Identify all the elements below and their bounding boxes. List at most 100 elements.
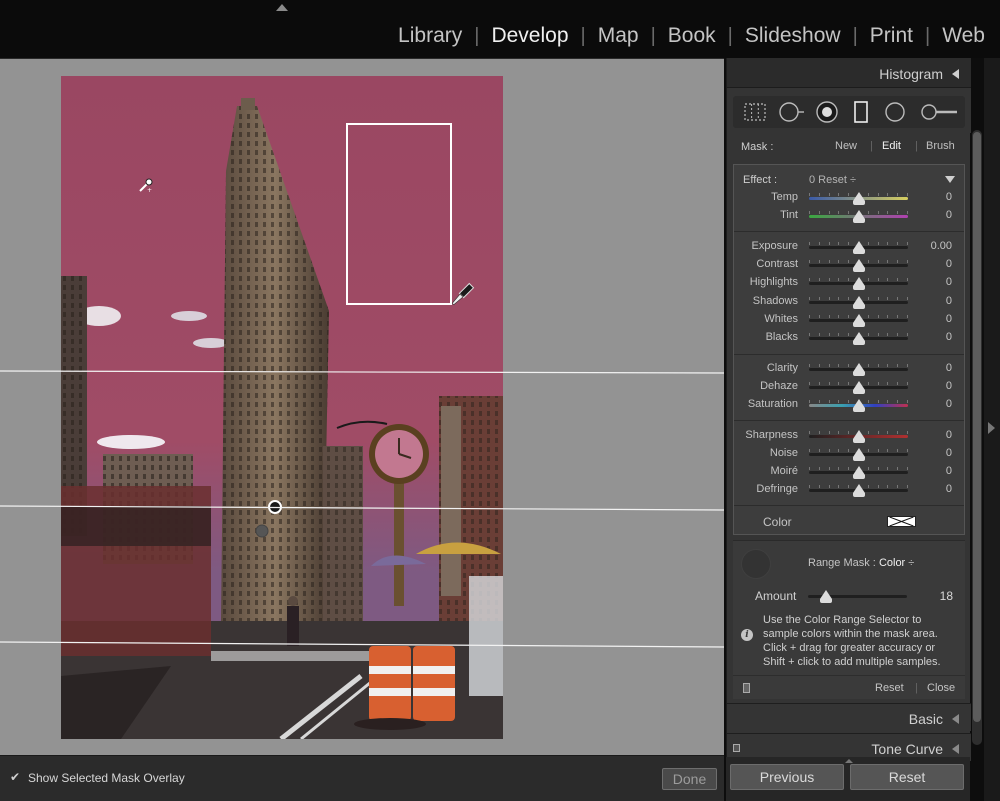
histogram-title: Histogram (879, 66, 943, 82)
done-button[interactable]: Done (662, 768, 717, 790)
slider-blacks[interactable]: Blacks 0 (734, 329, 964, 347)
slider-whites[interactable]: Whites 0 (734, 311, 964, 329)
slider-thumb[interactable] (852, 381, 865, 394)
image-canvas[interactable]: + (0, 58, 724, 755)
slider-thumb[interactable] (852, 241, 865, 254)
tone-curve-expand-icon[interactable] (952, 744, 959, 754)
slider-sharpness[interactable]: Sharpness 0 (734, 427, 964, 445)
range-mask-dropdown[interactable]: Range Mask : Color ÷ (808, 557, 914, 569)
mask-reset-button[interactable]: Reset (875, 682, 904, 694)
slider-thumb[interactable] (852, 277, 865, 290)
color-swatch-icon[interactable] (887, 516, 916, 527)
slider-value[interactable]: 0 (946, 483, 952, 495)
slider-tick (877, 467, 879, 470)
previous-button[interactable]: Previous (730, 764, 844, 790)
tone-curve-switch-icon[interactable] (733, 744, 740, 752)
slider-thumb[interactable] (852, 430, 865, 443)
slider-thumb[interactable] (852, 484, 865, 497)
effect-collapse-icon[interactable] (945, 176, 955, 183)
slider-value[interactable]: 0 (946, 429, 952, 441)
adjustment-brush-icon[interactable] (917, 96, 961, 128)
slider-tint[interactable]: Tint 0 (734, 207, 964, 225)
slider-temp[interactable]: Temp 0 (734, 189, 964, 207)
slider-value[interactable]: 0 (946, 331, 952, 343)
basic-panel-header[interactable]: Basic (727, 703, 971, 731)
histogram-collapse-icon[interactable] (952, 69, 959, 79)
photo-preview[interactable]: + (61, 76, 503, 739)
slider-thumb[interactable] (852, 259, 865, 272)
slider-shadows[interactable]: Shadows 0 (734, 293, 964, 311)
crop-overlay-icon[interactable] (739, 96, 771, 128)
slider-value[interactable]: 0 (946, 380, 952, 392)
range-mask-eyedropper-well[interactable] (741, 549, 771, 579)
slider-value[interactable]: 0.00 (931, 240, 952, 252)
slider-value[interactable]: 0 (946, 209, 952, 221)
amount-value[interactable]: 18 (940, 589, 953, 603)
radial-filter-icon[interactable] (879, 96, 911, 128)
slider-defringe[interactable]: Defringe 0 (734, 481, 964, 499)
slider-tick (818, 382, 820, 385)
slider-noise[interactable]: Noise 0 (734, 445, 964, 463)
mask-brush-button[interactable]: Brush (926, 140, 955, 152)
module-print[interactable]: Print (867, 24, 916, 48)
module-slideshow[interactable]: Slideshow (742, 24, 844, 48)
slider-thumb[interactable] (852, 296, 865, 309)
module-book[interactable]: Book (665, 24, 719, 48)
mask-overlay-checkbox[interactable]: ✔ (10, 771, 22, 783)
histogram-panel-header[interactable]: Histogram (727, 58, 971, 88)
panel-scrollbar-thumb[interactable] (973, 132, 981, 722)
spot-removal-icon[interactable] (775, 96, 807, 128)
slider-value[interactable]: 0 (946, 258, 952, 270)
slider-thumb[interactable] (852, 399, 865, 412)
slider-thumb[interactable] (852, 363, 865, 376)
slider-saturation[interactable]: Saturation 0 (734, 396, 964, 414)
top-panel-toggle-icon[interactable] (276, 4, 288, 11)
right-panel-toggle-icon[interactable] (988, 422, 995, 434)
slider-exposure[interactable]: Exposure 0.00 (734, 238, 964, 256)
reset-all-button[interactable]: Reset (850, 764, 964, 790)
slider-label: Whites (764, 313, 798, 325)
slider-thumb[interactable] (852, 448, 865, 461)
slider-dehaze[interactable]: Dehaze 0 (734, 378, 964, 396)
mask-close-button[interactable]: Close (927, 682, 955, 694)
mask-enable-switch-icon[interactable] (743, 683, 750, 693)
slider-tick (848, 315, 850, 318)
slider-tick (809, 485, 810, 488)
graduated-filter-icon[interactable] (845, 96, 877, 128)
slider-thumb[interactable] (852, 332, 865, 345)
slider-tick (838, 297, 840, 300)
slider-contrast[interactable]: Contrast 0 (734, 256, 964, 274)
slider-thumb[interactable] (852, 466, 865, 479)
slider-clarity[interactable]: Clarity 0 (734, 360, 964, 378)
module-map[interactable]: Map (595, 24, 642, 48)
slider-value[interactable]: 0 (946, 398, 952, 410)
slider-label: Moiré (770, 465, 798, 477)
slider-value[interactable]: 0 (946, 313, 952, 325)
module-develop[interactable]: Develop (488, 24, 571, 48)
slider-value[interactable]: 0 (946, 447, 952, 459)
module-picker: Library | Develop | Map | Book | Slidesh… (395, 24, 988, 48)
slider-value[interactable]: 0 (946, 465, 952, 477)
mask-overlay-label[interactable]: Show Selected Mask Overlay (28, 771, 185, 785)
module-web[interactable]: Web (939, 24, 988, 48)
slider-thumb[interactable] (852, 210, 865, 223)
mask-new-button[interactable]: New (835, 140, 857, 152)
effect-preset-dropdown[interactable]: 0 Reset ÷ (809, 174, 856, 186)
slider-thumb[interactable] (852, 192, 865, 205)
slider-tick (838, 364, 840, 367)
slider-value[interactable]: 0 (946, 191, 952, 203)
slider-tick (809, 315, 810, 318)
slider-highlights[interactable]: Highlights 0 (734, 274, 964, 292)
amount-slider-thumb[interactable] (819, 590, 832, 603)
slider-moir[interactable]: Moiré 0 (734, 463, 964, 481)
slider-value[interactable]: 0 (946, 295, 952, 307)
right-panel: Histogram Mask: New | Edit | Brush Effe… (726, 58, 971, 801)
slider-value[interactable]: 0 (946, 276, 952, 288)
module-library[interactable]: Library (395, 24, 465, 48)
mask-edit-button[interactable]: Edit (882, 140, 901, 152)
slider-value[interactable]: 0 (946, 362, 952, 374)
slider-thumb[interactable] (852, 314, 865, 327)
basic-panel-expand-icon[interactable] (952, 714, 959, 724)
red-eye-icon[interactable] (811, 96, 843, 128)
filmstrip-toggle-icon[interactable] (845, 759, 853, 763)
